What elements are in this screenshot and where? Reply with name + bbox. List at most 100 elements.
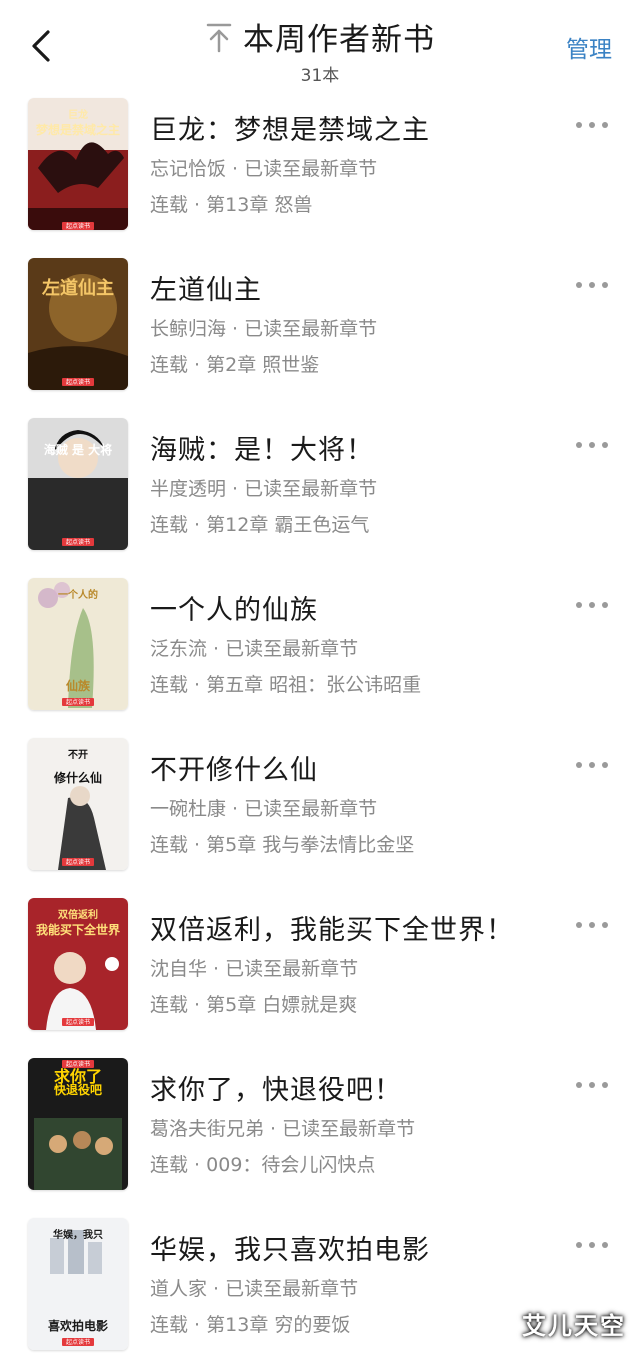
- reading-progress: 已读至最新章节: [244, 478, 378, 500]
- cover-top-text: 一个人的: [58, 588, 98, 601]
- book-meta: 一碗杜康 · 已读至最新章节: [150, 794, 377, 821]
- more-dot: [589, 922, 595, 928]
- cover-main-text: 仙族: [66, 678, 91, 693]
- book-title[interactable]: 一个人的仙族: [150, 588, 318, 627]
- chapter-title: 第12章 霸王色运气: [206, 514, 370, 536]
- more-dot: [589, 282, 595, 288]
- cover-main-text: 我能买下全世界: [36, 922, 120, 937]
- more-dot: [589, 1242, 595, 1248]
- book-title[interactable]: 左道仙主: [150, 268, 262, 307]
- book-list-item[interactable]: 不开 修什么仙 起点读书 不开修什么仙一碗杜康 · 已读至最新章节连载 · 第5…: [0, 730, 640, 890]
- header: 本周作者新书 31本 管理: [0, 0, 640, 90]
- book-title[interactable]: 求你了，快退役吧！: [150, 1068, 402, 1107]
- more-options-icon[interactable]: [576, 440, 610, 450]
- book-list-item[interactable]: 华娱，我只 喜欢拍电影 起点读书 华娱，我只喜欢拍电影道人家 · 已读至最新章节…: [0, 1210, 640, 1370]
- separator-dot: ·: [264, 1118, 283, 1140]
- book-list-item[interactable]: 左道仙主 起点读书 左道仙主长鲸归海 · 已读至最新章节 连载 · 第2章 照世鉴: [0, 250, 640, 410]
- more-dot: [576, 922, 582, 928]
- publisher-badge-label: 起点读书: [66, 698, 90, 706]
- book-cover-image[interactable]: 海贼 是 大将 起点读书: [28, 418, 128, 550]
- separator-dot: ·: [188, 354, 207, 376]
- book-cover-image[interactable]: 左道仙主 起点读书: [28, 258, 128, 390]
- book-author: 长鲸归海: [150, 318, 227, 340]
- book-meta: 半度透明 · 已读至最新章节: [150, 474, 377, 501]
- more-options-icon[interactable]: [576, 760, 610, 770]
- book-cover-image[interactable]: 一个人的 仙族 起点读书: [28, 578, 128, 710]
- book-list-item[interactable]: 巨龙 梦想是禁域之主 起点读书 巨龙：梦想是禁域之主忘记恰饭 · 已读至最新章节…: [0, 90, 640, 250]
- publisher-badge-label: 起点读书: [66, 222, 90, 230]
- manage-button[interactable]: 管理: [566, 30, 612, 64]
- chapter-title: 第5章 我与拳法情比金坚: [206, 834, 415, 856]
- book-author: 忘记恰饭: [150, 158, 227, 180]
- more-options-icon[interactable]: [576, 600, 610, 610]
- publisher-badge-label: 起点读书: [66, 858, 90, 866]
- pin-to-top-icon: [206, 23, 232, 52]
- book-title[interactable]: 不开修什么仙: [150, 748, 318, 787]
- more-options-icon[interactable]: [576, 1080, 610, 1090]
- more-dot: [576, 1082, 582, 1088]
- serial-status: 连载: [150, 514, 189, 536]
- more-dot: [576, 442, 582, 448]
- book-list-item[interactable]: 一个人的 仙族 起点读书 一个人的仙族 泛东流 · 已读至最新章节 连载 · 第五章…: [0, 570, 640, 730]
- serial-status: 连载: [150, 674, 189, 696]
- book-meta: 长鲸归海 · 已读至最新章节: [150, 314, 377, 341]
- latest-chapter: 连载 · 第13章 穷的要饭: [150, 1310, 350, 1337]
- book-cover-image[interactable]: 华娱，我只 喜欢拍电影 起点读书: [28, 1218, 128, 1350]
- more-options-icon[interactable]: [576, 1240, 610, 1250]
- separator-dot: ·: [207, 1278, 226, 1300]
- more-dot: [589, 762, 595, 768]
- book-title[interactable]: 海贼：是！大将！: [150, 428, 374, 467]
- reading-progress: 已读至最新章节: [225, 1278, 359, 1300]
- cover-main-text: 左道仙主: [42, 277, 114, 299]
- book-meta: 泛东流 · 已读至最新章节: [150, 634, 358, 661]
- reading-progress: 已读至最新章节: [244, 158, 378, 180]
- more-dot: [589, 1082, 595, 1088]
- separator-dot: ·: [188, 674, 207, 696]
- more-dot: [602, 602, 608, 608]
- reading-progress: 已读至最新章节: [225, 958, 359, 980]
- book-cover-image[interactable]: 巨龙 梦想是禁域之主 起点读书: [28, 98, 128, 230]
- book-author: 道人家: [150, 1278, 208, 1300]
- cover-top-text: 双倍返利: [58, 908, 98, 921]
- cover-main-text: 梦想是禁域之主: [36, 122, 120, 137]
- separator-dot: ·: [226, 478, 245, 500]
- more-dot: [589, 602, 595, 608]
- publisher-badge-label: 起点读书: [66, 378, 90, 386]
- book-title[interactable]: 巨龙：梦想是禁域之主: [150, 108, 430, 147]
- separator-dot: ·: [188, 194, 207, 216]
- more-options-icon[interactable]: [576, 920, 610, 930]
- book-title[interactable]: 华娱，我只喜欢拍电影: [150, 1228, 430, 1267]
- title-area: 本周作者新书 31本: [0, 14, 640, 86]
- separator-dot: ·: [207, 958, 226, 980]
- more-dot: [602, 762, 608, 768]
- book-list-item[interactable]: 求你了 快退役吧 起点读书 求你了，快退役吧！ 葛洛夫街兄弟 · 已读至最新章节连…: [0, 1050, 640, 1210]
- reading-progress: 已读至最新章节: [244, 798, 378, 820]
- more-options-icon[interactable]: [576, 120, 610, 130]
- book-author: 半度透明: [150, 478, 227, 500]
- book-cover-image[interactable]: 双倍返利 我能买下全世界 起点读书: [28, 898, 128, 1030]
- serial-status: 连载: [150, 834, 189, 856]
- more-dot: [602, 1242, 608, 1248]
- book-meta: 沈自华 · 已读至最新章节: [150, 954, 358, 981]
- serial-status: 连载: [150, 1314, 189, 1336]
- book-cover-image[interactable]: 不开 修什么仙 起点读书: [28, 738, 128, 870]
- more-dot: [576, 602, 582, 608]
- chapter-title: 009：待会儿闪快点: [206, 1154, 376, 1176]
- book-list-item[interactable]: 双倍返利 我能买下全世界 起点读书 双倍返利，我能买下全世界！ 沈自华 · 已读至…: [0, 890, 640, 1050]
- reading-progress: 已读至最新章节: [282, 1118, 416, 1140]
- separator-dot: ·: [226, 798, 245, 820]
- cover-main-text: 喜欢拍电影: [48, 1318, 108, 1333]
- book-list-item[interactable]: 海贼 是 大将 起点读书 海贼：是！大将！ 半度透明 · 已读至最新章节 连载 · …: [0, 410, 640, 570]
- more-dot: [602, 282, 608, 288]
- more-options-icon[interactable]: [576, 280, 610, 290]
- more-dot: [589, 122, 595, 128]
- latest-chapter: 连载 · 第2章 照世鉴: [150, 350, 319, 377]
- book-cover-image[interactable]: 求你了 快退役吧 起点读书: [28, 1058, 128, 1190]
- latest-chapter: 连载 · 第5章 白嫖就是爽: [150, 990, 357, 1017]
- separator-dot: ·: [226, 318, 245, 340]
- latest-chapter: 连载 · 第12章 霸王色运气: [150, 510, 369, 537]
- book-meta: 忘记恰饭 · 已读至最新章节: [150, 154, 377, 181]
- book-title[interactable]: 双倍返利，我能买下全世界！: [150, 908, 514, 947]
- book-meta: 道人家 · 已读至最新章节: [150, 1274, 358, 1301]
- book-author: 一碗杜康: [150, 798, 227, 820]
